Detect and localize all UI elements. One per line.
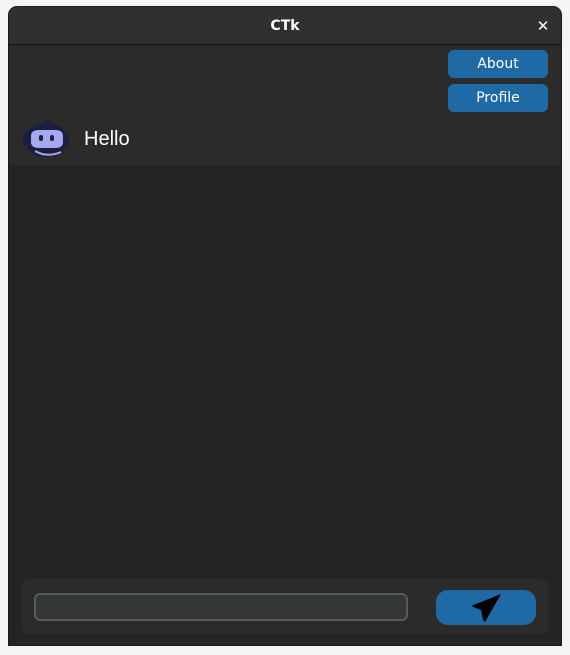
close-icon: ✕ [536, 17, 550, 35]
profile-button[interactable]: Profile [448, 84, 548, 112]
send-button[interactable] [436, 590, 536, 625]
paper-plane-icon [471, 593, 501, 622]
composer-panel [22, 579, 548, 634]
close-button[interactable]: ✕ [533, 16, 553, 36]
chat-area[interactable] [9, 165, 561, 575]
greeting-text: Hello [84, 127, 130, 150]
bot-greeting: Hello [23, 119, 130, 159]
title-bar[interactable]: CTk ✕ [9, 7, 561, 45]
app-window: CTk ✕ About Profile Hello [9, 7, 561, 645]
about-button[interactable]: About [448, 50, 548, 78]
header-panel: About Profile Hello [9, 46, 561, 165]
window-title: CTk [270, 18, 300, 34]
robot-icon [23, 119, 69, 157]
message-input[interactable] [34, 593, 408, 621]
